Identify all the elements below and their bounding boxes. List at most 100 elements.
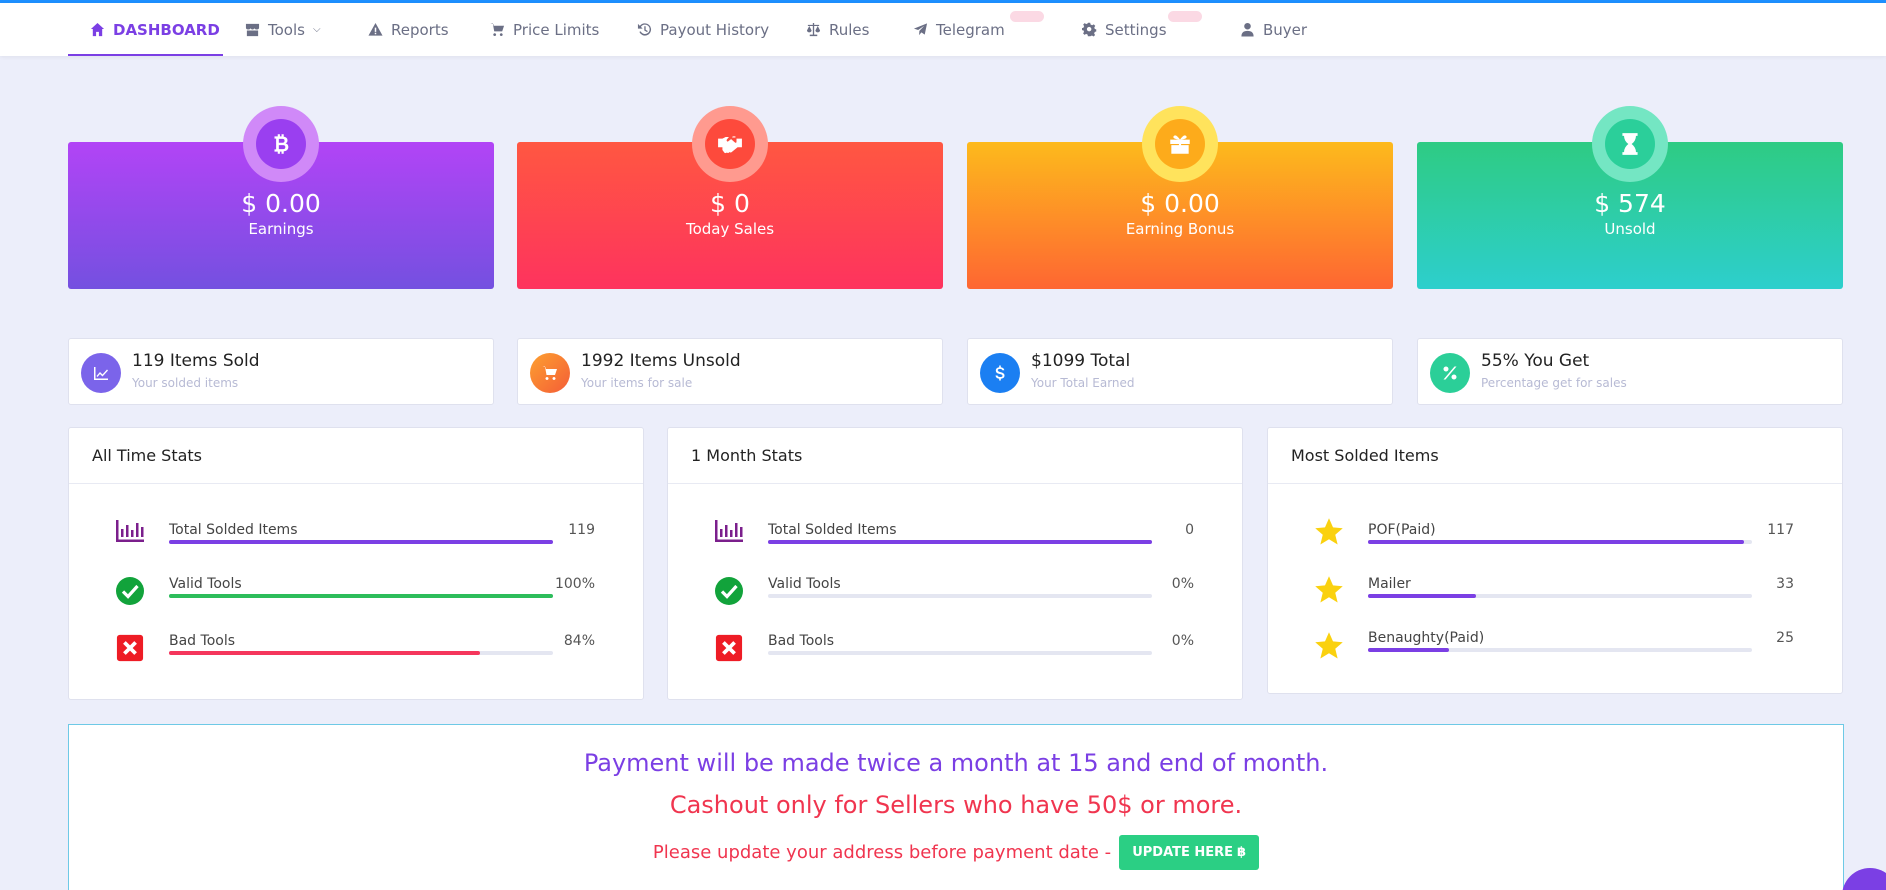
update-address-button-label: UPDATE HERE <box>1132 845 1234 860</box>
most-solded-row-3-track <box>1368 648 1752 652</box>
all-time-stats-title: All Time Stats <box>69 428 643 484</box>
all-time-row-valid-value: 100% <box>554 576 595 592</box>
floating-action-button[interactable] <box>1842 868 1886 890</box>
nav-reports-label: Reports <box>391 20 449 39</box>
percentage-number: 55% <box>1481 351 1519 371</box>
items-sold-badge <box>81 353 121 393</box>
update-address-button[interactable]: UPDATE HERE ฿ <box>1119 835 1260 870</box>
home-icon <box>90 22 105 37</box>
total-earned-sub: Your Total Earned <box>1031 376 1135 390</box>
one-month-row-valid-track <box>768 594 1152 598</box>
balance-scale-icon <box>806 22 821 37</box>
most-solded-row-1-value: 117 <box>1767 522 1794 538</box>
nav-settings[interactable]: Settings <box>1082 3 1167 56</box>
one-month-stats-title: 1 Month Stats <box>668 428 1242 484</box>
payment-line-3: Please update your address before paymen… <box>69 835 1843 870</box>
most-solded-row-2-name: Mailer <box>1368 576 1411 592</box>
most-solded-row-1-name: POF(Paid) <box>1368 522 1436 538</box>
percentage-sub: Percentage get for sales <box>1481 376 1627 390</box>
bitcoin-icon: ฿ <box>1237 845 1247 860</box>
nav-buyer[interactable]: Buyer <box>1240 3 1307 56</box>
all-time-row-valid: Valid Tools 100% <box>69 576 643 616</box>
earnings-label: Earnings <box>248 220 314 238</box>
all-time-row-bad-name: Bad Tools <box>169 633 236 649</box>
nav-tools-label: Tools <box>268 20 305 39</box>
top-navbar: DASHBOARD Tools ⌵ Reports Price Limits P… <box>0 3 1886 56</box>
all-time-row-bad-value: 84% <box>563 633 595 649</box>
total-earned-number: $1099 <box>1031 351 1086 371</box>
chevron-down-icon: ⌵ <box>312 24 321 35</box>
payment-notice: Payment will be made twice a month at 15… <box>68 724 1844 890</box>
one-month-row-valid-value: 0% <box>1171 576 1194 592</box>
check-circle-icon <box>714 576 744 606</box>
earning-bonus-icon-ring <box>1142 106 1218 182</box>
bar-chart-icon <box>714 516 744 546</box>
one-month-row-total-name: Total Solded Items <box>768 522 897 538</box>
items-sold-number: 119 <box>132 351 165 371</box>
nav-settings-label: Settings <box>1105 20 1167 39</box>
earnings-icon-ring <box>243 106 319 182</box>
items-sold-card: 119 Items Sold Your solded items <box>68 338 494 405</box>
nav-payout-history-label: Payout History <box>660 20 770 39</box>
percentage-badge <box>1430 353 1470 393</box>
most-solded-row-3-name: Benaughty(Paid) <box>1368 630 1485 646</box>
all-time-stats-panel: All Time Stats Total Solded Items 119 Va… <box>68 427 644 700</box>
most-solded-row-1-track <box>1368 540 1752 544</box>
one-month-row-bad: Bad Tools 0% <box>668 633 1242 673</box>
earning-bonus-label: Earning Bonus <box>1125 220 1235 238</box>
most-solded-row-1-fill <box>1368 540 1745 544</box>
most-solded-row-2-fill <box>1368 594 1476 598</box>
earnings-value: $ 0.00 <box>241 189 321 218</box>
unsold-card: $ 574 Unsold <box>1417 106 1843 289</box>
items-unsold-number: 1992 <box>581 351 625 371</box>
nav-dashboard[interactable]: DASHBOARD <box>90 3 220 56</box>
bar-chart-icon <box>115 516 145 546</box>
star-icon <box>1314 517 1344 547</box>
items-unsold-text: Items Unsold <box>624 351 741 371</box>
unsold-icon-ring <box>1592 106 1668 182</box>
gift-icon <box>1170 135 1190 154</box>
one-month-stats-panel: 1 Month Stats Total Solded Items 0 Valid… <box>667 427 1243 700</box>
nav-price-limits[interactable]: Price Limits <box>490 3 599 56</box>
most-solded-row-2-track <box>1368 594 1752 598</box>
earnings-card: $ 0.00 Earnings <box>68 106 494 289</box>
payment-line-3-text: Please update your address before paymen… <box>652 842 1112 863</box>
most-solded-row-2: Mailer 33 <box>1268 576 1842 616</box>
nav-buyer-label: Buyer <box>1263 20 1308 39</box>
total-earned-main: $1099 Total <box>1031 351 1130 371</box>
check-circle-icon <box>115 576 145 606</box>
one-month-row-bad-value: 0% <box>1171 633 1194 649</box>
one-month-row-bad-name: Bad Tools <box>768 633 835 649</box>
items-sold-text: Items Sold <box>164 351 260 371</box>
nav-tools[interactable]: Tools ⌵ <box>245 3 321 56</box>
items-unsold-badge <box>530 353 570 393</box>
nav-rules[interactable]: Rules <box>806 3 869 56</box>
total-earned-text: Total <box>1085 351 1131 371</box>
items-unsold-card: 1992 Items Unsold Your items for sale <box>517 338 943 405</box>
nav-dashboard-label: DASHBOARD <box>113 20 220 39</box>
nav-payout-history[interactable]: Payout History <box>637 3 769 56</box>
earning-bonus-value: $ 0.00 <box>1140 189 1220 218</box>
most-solded-row-3-value: 25 <box>1776 630 1794 646</box>
nav-telegram[interactable]: Telegram <box>913 3 1005 56</box>
all-time-row-total-fill <box>169 540 553 544</box>
all-time-row-bad: Bad Tools 84% <box>69 633 643 673</box>
gear-icon <box>1082 22 1097 37</box>
star-icon <box>1314 631 1344 661</box>
most-solded-row-1: POF(Paid) 117 <box>1268 518 1842 562</box>
nav-reports[interactable]: Reports <box>368 3 449 56</box>
one-month-row-bad-track <box>768 651 1152 655</box>
today-sales-icon-ring <box>692 106 768 182</box>
nav-price-limits-label: Price Limits <box>513 20 600 39</box>
nav-telegram-label: Telegram <box>936 20 1005 39</box>
one-month-row-total-track <box>768 540 1152 544</box>
items-unsold-sub: Your items for sale <box>581 376 693 390</box>
all-time-row-total-name: Total Solded Items <box>169 522 298 538</box>
total-earned-badge <box>980 353 1020 393</box>
percentage-text: You Get <box>1518 351 1590 371</box>
percentage-card: 55% You Get Percentage get for sales <box>1417 338 1843 405</box>
settings-badge <box>1168 11 1202 22</box>
dollar-icon <box>995 365 1005 381</box>
nav-active-indicator <box>68 54 223 56</box>
all-time-row-total-track <box>169 540 553 544</box>
